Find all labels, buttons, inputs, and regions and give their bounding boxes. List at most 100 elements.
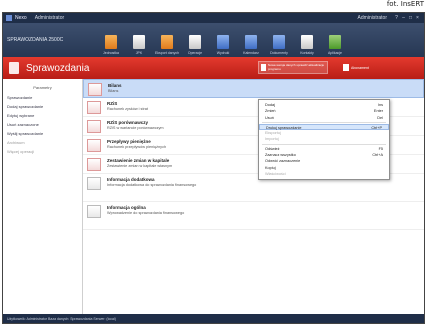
sidebar-item[interactable]: Sprawozdanie: [7, 95, 78, 100]
ribbon-tools: Jednostka JPK Eksport danych Operacje Wydruk…: [97, 25, 349, 55]
report-icon: [87, 158, 101, 171]
help-button[interactable]: ?: [393, 15, 400, 21]
section-header: Sprawozdania Nowa wersja danych sprawdź …: [3, 57, 424, 79]
ribbon-tool-label: Jednostka: [103, 51, 119, 55]
ribbon-tool-icon: [301, 35, 313, 49]
menu-item-label: Odśwież: [265, 146, 280, 151]
ribbon-tool-button[interactable]: Jednostka: [100, 35, 122, 55]
ribbon-tool-label: Aplikacje: [327, 51, 342, 55]
report-title: Przepływy pieniężne: [107, 139, 151, 144]
update-notice[interactable]: Nowa wersja danych sprawdź aktualizacje …: [258, 61, 328, 74]
sidebar-item[interactable]: Wyślij sprawozdanie: [7, 131, 78, 136]
ribbon-tool-button[interactable]: Aplikacje: [324, 35, 346, 55]
sidebar-header: Parametry: [33, 85, 52, 90]
current-user[interactable]: Administrator: [358, 15, 387, 21]
ribbon-tool-button[interactable]: Kontakty: [296, 35, 318, 55]
app-name: Nexo: [15, 15, 27, 21]
sidebar-item[interactable]: Usuń zaznaczone: [7, 122, 78, 127]
ribbon-tool-label: Dokumenty: [270, 51, 288, 55]
notice-text: Nowa wersja danych sprawdź aktualizacje …: [267, 63, 325, 71]
menu-item-label: Usuń: [265, 115, 274, 120]
ribbon-tool-button[interactable]: Eksport danych: [154, 35, 180, 55]
ribbon-tool-label: Eksport danych: [154, 51, 180, 55]
report-description: Rachunek przepływów pieniężnych: [107, 145, 167, 149]
sidebar-item[interactable]: Więcej operacji: [7, 149, 78, 154]
report-icon: [87, 139, 101, 152]
menu-item-label: Kopiuj: [265, 165, 276, 170]
sidebar: Parametry Sprawozdanie Dodaj sprawozdanie…: [3, 79, 83, 314]
report-description: Informacja dodatkowa do sprawozdania fin…: [107, 183, 197, 187]
menu-item-label: Właściwości: [265, 171, 286, 176]
report-icon: [87, 101, 101, 114]
ribbon-tool-label: Operacje: [187, 51, 203, 55]
menu-item-label: Zmień: [265, 109, 276, 114]
close-button[interactable]: ×: [414, 15, 421, 21]
report-title: RZiS porównawczy: [107, 120, 149, 125]
report-description: RZiS w wariancie porównawczym: [107, 126, 164, 130]
menu-item-shortcut: Ins: [377, 103, 383, 107]
notice-icon: [261, 64, 266, 71]
menu-item-label: Odwróć zaznaczenie: [265, 159, 301, 164]
report-title: Informacja ogólna: [107, 205, 146, 210]
menu-item-label: Zaznacz wszystko: [265, 153, 296, 158]
ribbon-tool-icon: [329, 35, 341, 49]
report-icon: [87, 205, 101, 218]
report-title: Zestawienie zmian w kapitale: [107, 158, 170, 163]
menu-item-label: Importuj: [265, 137, 279, 142]
menu-item-shortcut: Enter: [373, 109, 383, 114]
menu-item-shortcut: Ctrl+P: [371, 125, 382, 130]
ribbon-tool-button[interactable]: Wydruki: [212, 35, 234, 55]
report-title: RZiS: [107, 101, 118, 106]
report-row[interactable]: Informacja ogólna Wprowadzenie do sprawoz…: [83, 202, 424, 230]
maximize-button[interactable]: □: [407, 15, 414, 21]
report-description: Rachunek zysków i strat: [107, 107, 148, 111]
menu-item-label: Drukuj sprawozdanie: [266, 125, 302, 130]
ribbon-tool-icon: [245, 35, 257, 49]
context-menu-item: Importuj: [259, 136, 389, 142]
menu-item-label: Dodaj: [265, 103, 275, 107]
report-description: Zestawienie zmian w kapitale własnym: [107, 164, 173, 168]
sidebar-item[interactable]: Archiwum: [7, 140, 78, 145]
sidebar-item[interactable]: Dodaj sprawozdanie: [7, 104, 78, 109]
reports-icon: [9, 62, 19, 74]
status-bar: Użytkownik: Administrator Baza danych: S…: [3, 314, 424, 323]
report-title: Informacja dodatkowa: [107, 177, 155, 182]
ribbon-tool-button[interactable]: Operacje: [184, 35, 206, 55]
subscription-icon: [343, 64, 349, 71]
ribbon-tool-icon: [105, 35, 117, 49]
title-bar: Nexo Administrator Administrator ? – □ ×: [3, 13, 424, 23]
ribbon-tool-label: Wydruki: [216, 51, 230, 55]
app-window: Nexo Administrator Administrator ? – □ ×…: [2, 12, 425, 324]
subscription-link[interactable]: Abonament: [343, 61, 369, 74]
ribbon-tool-button[interactable]: Kalendarz: [240, 35, 262, 55]
company-name[interactable]: SPRAWOZDANIA 2500C: [7, 37, 97, 43]
menu-item-shortcut: F5: [378, 146, 383, 151]
ribbon-tool-icon: [189, 35, 201, 49]
ribbon-tool-icon: [133, 35, 145, 49]
report-list: Bilans Bilans RZiS Rachunek zysków i strat R…: [83, 79, 424, 314]
app-logo-icon: [6, 15, 12, 21]
main-area: Parametry Sprawozdanie Dodaj sprawozdanie…: [3, 79, 424, 314]
menu-item-label: Eksportuj: [265, 131, 281, 136]
context-menu: Dodaj Ins Zmień Enter Usuń Del Drukuj sprawozd…: [258, 99, 390, 181]
report-description: Bilans: [108, 89, 119, 93]
sidebar-item[interactable]: Edytuj wybrane: [7, 113, 78, 118]
photo-credit: fot. InsERT: [386, 0, 424, 8]
ribbon-tool-label: JPK: [135, 51, 143, 55]
report-icon: [88, 83, 102, 96]
ribbon-tool-icon: [161, 35, 173, 49]
ribbon-tool-icon: [273, 35, 285, 49]
menu-item-shortcut: Ctrl+A: [372, 153, 383, 158]
report-description: Wprowadzenie do sprawozdania finansowego: [107, 211, 185, 215]
report-row[interactable]: Bilans Bilans: [83, 79, 424, 98]
ribbon-tool-button[interactable]: Dokumenty: [268, 35, 290, 55]
ribbon-tool-label: Kontakty: [300, 51, 314, 55]
report-icon: [87, 120, 101, 133]
minimize-button[interactable]: –: [400, 15, 407, 21]
subscription-label: Abonament: [351, 65, 369, 70]
ribbon-tool-label: Kalendarz: [243, 51, 259, 55]
report-icon: [87, 177, 101, 190]
context-menu-item[interactable]: Usuń Del: [259, 115, 389, 121]
menu-separator: [262, 121, 386, 123]
ribbon-tool-button[interactable]: JPK: [128, 35, 150, 55]
